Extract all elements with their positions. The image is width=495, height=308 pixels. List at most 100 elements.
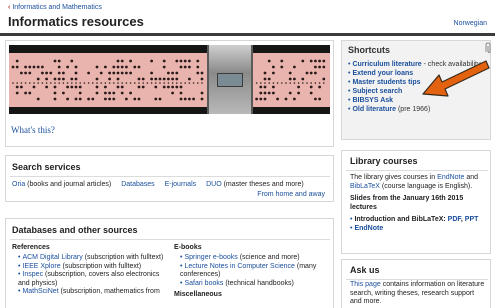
tape-hole [112,65,116,69]
tape-hole [36,97,40,101]
tape-hole [58,82,60,84]
tape-hole [322,65,326,69]
biblatex-link[interactable]: BibLaTeX [350,183,380,190]
tape-hole [167,71,170,75]
tape-hole [159,82,161,84]
shortcut-old-literature-link[interactable]: Old literature [352,106,396,113]
shortcut-subject-search-link[interactable]: Subject search [352,88,402,95]
shortcut-curriculum-link[interactable]: Curriculum literature [352,61,421,68]
tape-hole [121,82,123,84]
tape-hole [120,91,124,95]
breadcrumb-link[interactable]: Informatics and Mathematics [12,4,101,11]
tape-hole [120,71,124,75]
language-link[interactable]: Norwegian [454,20,487,27]
tape-hole [260,82,262,84]
mathscinet-link[interactable]: MathSciNet [22,288,58,295]
page-title: Informatics resources [8,14,144,29]
tape-hole [267,77,271,81]
tape-hole [87,82,90,84]
tape-hole [91,97,95,101]
tape-hole [104,91,107,95]
tape-hole [116,59,120,63]
list-item: • MathSciNet (subscription, mathematics f… [18,288,160,295]
tape-hole [57,77,61,81]
tape-hole [12,82,14,84]
ejournals-link[interactable]: E-journals [165,181,197,188]
springer-link[interactable]: Springer e-books [184,254,237,261]
whats-this-link[interactable]: What's this? [11,125,55,135]
shortcut-extend-loans-link[interactable]: Extend your loans [352,70,413,77]
tape-hole [196,71,200,75]
tape-hole [24,82,27,84]
acm-link[interactable]: ACM Digital Library [22,254,82,261]
breadcrumb[interactable]: ‹ Informatics and Mathematics [8,4,102,11]
tape-hole [28,71,32,75]
tape-hole [167,82,170,84]
tape-hole [285,82,287,84]
tape-hole [272,85,275,89]
tape-hole [53,77,57,81]
library-courses-panel: Library courses The library gives course… [341,150,491,254]
tape-hole [284,97,288,101]
tape-hole [276,82,279,84]
tape-hole [83,82,86,84]
tape-hole [200,91,204,95]
tape-hole [32,65,36,69]
tape-hole [200,77,204,81]
duo-link[interactable]: DUO [206,181,222,188]
tape-hole [116,65,120,69]
tape-hole [104,97,107,101]
databases-link[interactable]: Databases [121,181,154,188]
tape-hole [16,82,18,84]
tape-hole [41,71,44,75]
list-item: • Inspec (subscription, covers also elect… [18,271,160,287]
tape-hole [108,91,111,95]
slides-pdf-link[interactable]: PDF [448,216,461,223]
from-home-link[interactable]: From home and away [257,191,325,198]
ieee-link[interactable]: IEEE Xplore [22,263,60,270]
tape-holes [11,59,326,101]
tape-hole [70,59,74,63]
tape-hole [141,77,145,81]
hero-panel: What's this? [5,40,334,147]
shortcut-master-tips-link[interactable]: Master students tips [352,79,420,86]
tape-hole [15,65,19,69]
tape-hole [314,97,317,101]
tape-hole [45,82,48,84]
inspec-link[interactable]: Inspec [22,271,43,278]
slides-ppt-link[interactable]: PPT [465,216,479,223]
tape-hole [293,97,296,101]
tape-hole [45,85,48,89]
courses-intro: The library gives courses in EndNote and… [350,174,479,190]
tape-hole [306,82,308,84]
tape-hole [137,97,141,101]
list-item: • ACM Digital Library (subscription with … [18,254,164,261]
shortcut-bibsys-ask-link[interactable]: BIBSYS Ask [352,97,393,104]
tape-hole [129,91,132,95]
tape-hole [36,65,40,69]
lncs-link[interactable]: Lecture Notes in Computer Science [184,263,295,270]
tape-hole [29,82,31,84]
tape-hole [96,82,98,84]
slides-endnote-link[interactable]: EndNote [354,225,383,232]
this-page-link[interactable]: This page [350,281,381,288]
tape-hole [104,82,107,84]
tape-hole [192,82,195,84]
tape-hole [20,71,23,75]
tape-hole [154,77,158,81]
tape-hole [70,77,74,81]
tape-hole [57,59,61,63]
tape-hole [78,91,82,95]
tape-hole [318,82,321,84]
tape-hole [57,71,61,75]
safari-link[interactable]: Safari books [184,280,223,287]
tape-hole [41,82,44,84]
oria-link[interactable]: Oria [12,181,25,188]
endnote-link[interactable]: EndNote [437,174,464,181]
tape-hole [116,85,120,89]
tape-hole [116,71,120,75]
tape-hole [36,77,40,81]
tape-hole [20,85,23,89]
tape-hole [188,77,191,81]
tape-hole [137,85,141,89]
